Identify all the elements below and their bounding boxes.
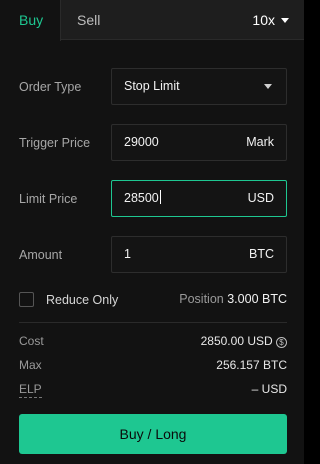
order-panel: Buy Sell 10x Order Type Stop Limit Trigg… — [0, 0, 304, 464]
side-tabs: Buy Sell 10x — [0, 0, 304, 41]
trigger-price-label: Trigger Price — [19, 136, 91, 150]
reduce-only-label: Reduce Only — [46, 292, 119, 307]
trigger-price-value: 29000 — [124, 135, 159, 149]
tab-buy[interactable]: Buy — [0, 0, 61, 41]
cost-label: Cost — [19, 334, 44, 348]
order-type-label: Order Type — [19, 80, 82, 94]
limit-price-input[interactable]: 28500 USD — [111, 180, 287, 217]
text-cursor — [159, 190, 161, 204]
max-label: Max — [19, 358, 42, 372]
position-label: Position — [179, 292, 224, 306]
tab-sell[interactable]: Sell — [77, 0, 100, 40]
order-type-value: Stop Limit — [124, 79, 180, 93]
elp-value: – USD — [251, 382, 287, 396]
amount-label: Amount — [19, 248, 63, 262]
amount-unit: BTC — [249, 247, 274, 261]
limit-price-label: Limit Price — [19, 192, 78, 206]
reduce-only-checkbox[interactable] — [19, 292, 34, 307]
elp-label[interactable]: ELP — [19, 382, 42, 398]
amount-value: 1 — [124, 247, 131, 261]
trigger-price-input[interactable]: 29000 Mark — [111, 124, 287, 161]
elp-label-wrap[interactable]: ELP — [19, 382, 42, 398]
usd-circle-icon[interactable]: $ — [276, 337, 287, 348]
cost-info: 2850.00 USD $ — [201, 334, 287, 348]
amount-input[interactable]: 1 BTC — [111, 236, 287, 273]
order-type-select[interactable]: Stop Limit — [111, 68, 287, 105]
limit-price-value: 28500 — [124, 191, 159, 205]
cost-value: 2850.00 USD — [200, 334, 273, 348]
trigger-price-unit: Mark — [246, 135, 274, 149]
max-value: 256.157 BTC — [216, 358, 287, 372]
buy-long-button[interactable]: Buy / Long — [19, 414, 287, 454]
position-value: 3.000 BTC — [227, 292, 287, 306]
divider — [19, 322, 287, 323]
reduce-only-toggle[interactable]: Reduce Only — [19, 292, 118, 307]
position-info: Position 3.000 BTC — [179, 292, 287, 306]
limit-price-unit: USD — [247, 191, 274, 205]
leverage-value: 10x — [252, 12, 275, 28]
leverage-dropdown[interactable]: 10x — [252, 0, 289, 40]
limit-price-text: 28500 — [124, 181, 161, 216]
chevron-down-icon — [264, 84, 272, 89]
chevron-down-icon — [281, 18, 289, 23]
